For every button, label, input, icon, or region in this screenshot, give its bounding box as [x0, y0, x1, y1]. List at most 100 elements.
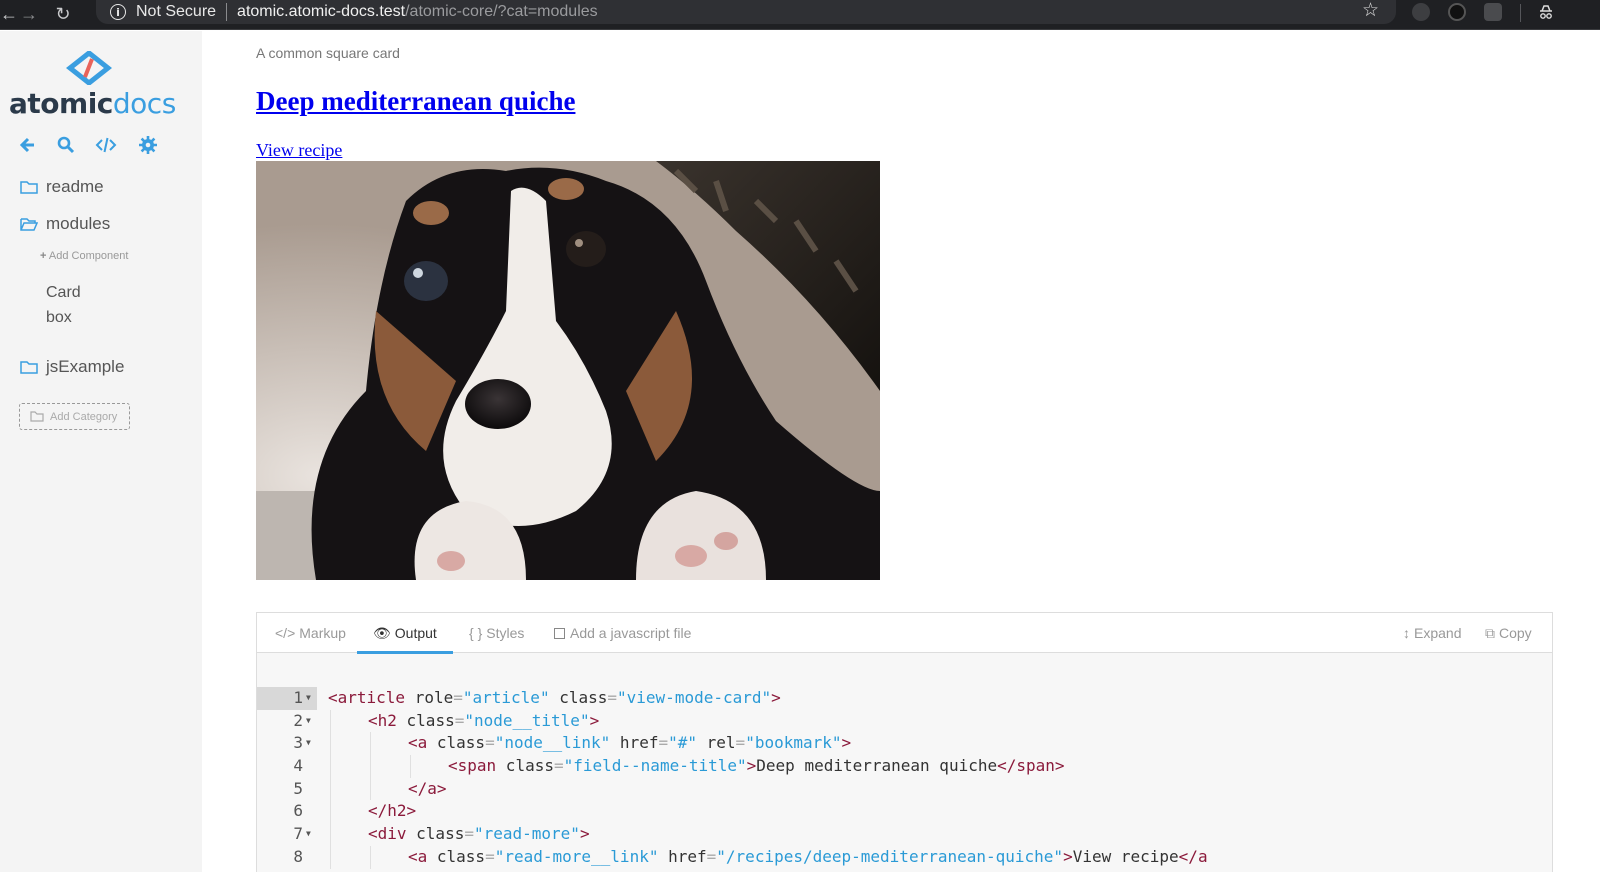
- indent-guide: [370, 777, 371, 801]
- incognito-icon[interactable]: [1537, 3, 1555, 21]
- tab-label: Markup: [299, 625, 346, 641]
- info-icon[interactable]: i: [110, 4, 126, 20]
- fold-arrow-icon[interactable]: ▼: [306, 732, 311, 755]
- card-title-link[interactable]: Deep mediterranean quiche: [256, 86, 575, 117]
- tab-label: Add a javascript file: [570, 625, 692, 641]
- code-text: </h2>: [368, 801, 417, 821]
- panel-tabs: </> Markup 👁 Output { } Styles Add a javasc…: [257, 613, 1552, 654]
- line-number: 2: [293, 710, 303, 730]
- folder-icon: [20, 361, 38, 374]
- card-image: [256, 161, 880, 580]
- sidebar-item-readme[interactable]: readme: [20, 177, 104, 197]
- code-text: <h2 class="node__title">: [368, 710, 600, 730]
- sidebar-item-jsexample[interactable]: jsExample: [20, 357, 124, 377]
- code-text: <div class="read-more">: [368, 824, 590, 844]
- code-line: 7 ▼ <div class="read-more">: [257, 823, 1552, 846]
- indent-guide: [370, 845, 371, 869]
- checkbox-icon: [554, 627, 565, 639]
- gear-icon[interactable]: [137, 135, 159, 155]
- indent-guide: [330, 709, 331, 733]
- component-item-card[interactable]: Card: [46, 284, 81, 302]
- add-category-button[interactable]: Add Category: [19, 403, 130, 430]
- expand-label: Expand: [1414, 625, 1462, 641]
- indent-guide: [330, 732, 331, 756]
- tab-label: Styles: [486, 625, 525, 641]
- indent-guide: [410, 755, 411, 778]
- code-icon[interactable]: [95, 135, 117, 155]
- browser-toolbar: ← → ↻ i Not Secure atomic.atomic-docs.te…: [0, 0, 1600, 30]
- code-panel: </> Markup 👁 Output { } Styles Add a javasc…: [256, 612, 1553, 872]
- copy-button[interactable]: ⧉ Copy: [1485, 613, 1532, 653]
- add-category-label: Add Category: [50, 410, 118, 423]
- code-line: 6 </h2>: [257, 800, 1552, 824]
- line-number: 8: [293, 846, 303, 866]
- line-number: 1: [293, 688, 303, 707]
- address-bar[interactable]: i Not Secure atomic.atomic-docs.test/ato…: [96, 0, 1396, 24]
- code-line: 8 <a class="read-more__link" href="/recip…: [257, 845, 1552, 869]
- code-editor[interactable]: 1 ▼ <article role="article" class="view-mo…: [257, 687, 1552, 869]
- url-path: /atomic-core/?cat=modules: [405, 3, 598, 20]
- code-line: 4 <span class="field--name-title">Deep me…: [257, 755, 1552, 778]
- forward-icon[interactable]: →: [12, 0, 46, 30]
- eye-icon: 👁: [373, 624, 391, 641]
- sidebar-item-modules[interactable]: modules: [20, 214, 110, 234]
- indent-guide: [330, 777, 331, 801]
- line-number: 4: [293, 756, 303, 776]
- indent-guide: [330, 845, 331, 869]
- divider: [226, 3, 228, 21]
- folder-icon: [30, 411, 44, 422]
- bookmark-star-icon[interactable]: ☆: [1362, 0, 1379, 22]
- sidebar-item-label: readme: [46, 177, 104, 196]
- extension-gear-icon[interactable]: [1412, 3, 1430, 21]
- view-recipe-link[interactable]: View recipe: [256, 140, 342, 161]
- app-logo-text: atomicdocs: [9, 87, 176, 120]
- search-icon[interactable]: [55, 135, 77, 155]
- tab-styles[interactable]: { } Styles: [469, 613, 524, 653]
- component-description: A common square card: [256, 45, 400, 61]
- code-line: 1 ▼ <article role="article" class="view-mo…: [257, 687, 1552, 710]
- tab-label: Output: [394, 625, 437, 641]
- tab-output[interactable]: 👁 Output: [357, 613, 453, 654]
- folder-open-icon: [20, 218, 38, 231]
- sidebar-item-label: modules: [46, 214, 111, 233]
- url-host: atomic.atomic-docs.test: [237, 3, 406, 20]
- indent-guide: [330, 823, 331, 846]
- plus-icon: +: [40, 250, 47, 262]
- sidebar-toolbar: [0, 135, 202, 155]
- tab-markup[interactable]: </> Markup: [275, 613, 346, 653]
- add-component-label: Add Component: [48, 250, 129, 262]
- code-text: <a class="node__link" href="#" rel="book…: [408, 733, 852, 753]
- tab-add-javascript[interactable]: Add a javascript file: [554, 613, 691, 653]
- line-number: 5: [293, 778, 303, 798]
- folder-icon: [20, 181, 38, 194]
- fold-arrow-icon[interactable]: ▼: [306, 710, 311, 733]
- code-text: <article role="article" class="view-mode…: [328, 688, 781, 707]
- copy-icon: ⧉: [1485, 624, 1495, 641]
- puppy-image: [256, 161, 880, 580]
- line-number: 3: [293, 733, 303, 753]
- fold-arrow-icon[interactable]: ▼: [306, 687, 311, 710]
- expand-button[interactable]: ↕ Expand: [1403, 613, 1461, 653]
- add-component-button[interactable]: + Add Component: [40, 250, 128, 262]
- extension-avatar-icon[interactable]: [1448, 3, 1466, 21]
- line-number: 7: [293, 824, 303, 844]
- sidebar: atomicdocs readme modules + Add Componen…: [0, 31, 202, 872]
- reload-icon[interactable]: ↻: [46, 0, 80, 30]
- indent-guide: [370, 755, 371, 778]
- code-text: <a class="read-more__link" href="/recipe…: [408, 846, 1208, 866]
- indent-guide: [370, 732, 371, 756]
- code-line: 3 ▼ <a class="node__link" href="#" rel="bo…: [257, 732, 1552, 756]
- code-text: <span class="field--name-title">Deep med…: [448, 756, 1065, 776]
- back-icon[interactable]: ←: [0, 0, 18, 30]
- component-item-box[interactable]: box: [46, 309, 72, 327]
- code-line: 5 </a>: [257, 777, 1552, 801]
- extension-pocket-icon[interactable]: [1484, 3, 1502, 21]
- copy-label: Copy: [1499, 625, 1532, 641]
- back-arrow-icon[interactable]: [17, 135, 39, 155]
- fold-arrow-icon[interactable]: ▼: [306, 823, 311, 846]
- divider: [1520, 4, 1521, 22]
- security-label: Not Secure: [136, 3, 217, 20]
- expand-icon: ↕: [1403, 625, 1410, 641]
- code-text: </a>: [408, 778, 447, 798]
- atomic-logo-icon: [66, 51, 112, 85]
